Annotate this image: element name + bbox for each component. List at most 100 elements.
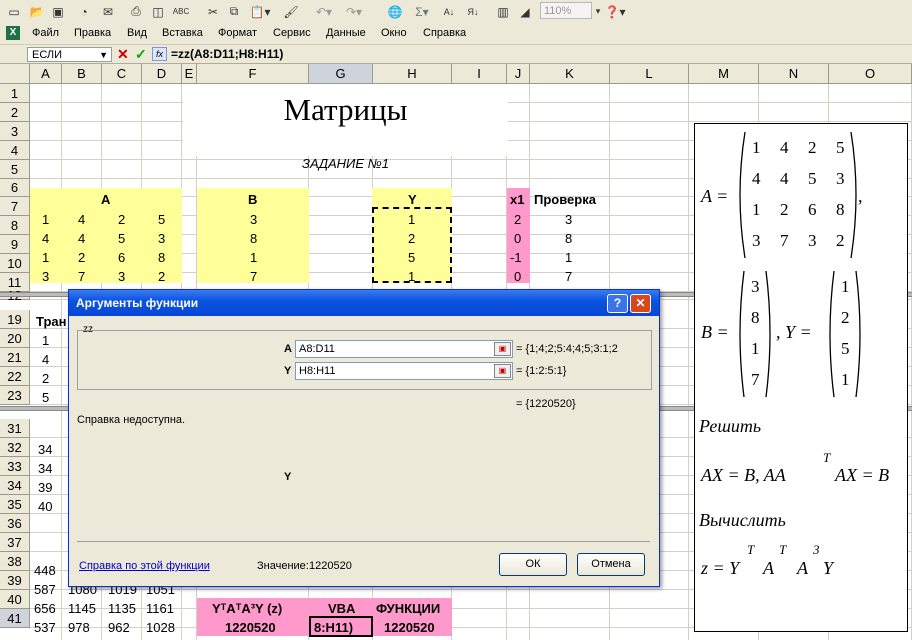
cut-icon[interactable]: ✂ <box>205 3 221 20</box>
excel-doc-icon[interactable]: X <box>6 26 20 40</box>
row-header-1[interactable]: 1 <box>0 84 30 103</box>
row-header-22[interactable]: 22 <box>0 367 30 386</box>
permission-icon[interactable]: ◔ <box>74 3 94 20</box>
row-header-8[interactable]: 8 <box>0 216 30 235</box>
autosum-icon[interactable]: Σ▾ <box>410 3 434 20</box>
column-header-i[interactable]: I <box>452 64 507 84</box>
collapse-dialog-icon[interactable]: ▣ <box>494 342 511 356</box>
dialog-titlebar[interactable]: Аргументы функции ? ✕ <box>69 290 659 316</box>
row-header-39[interactable]: 39 <box>0 571 30 590</box>
arg2-result: = {1:2:5:1} <box>516 365 567 377</box>
row-header-2[interactable]: 2 <box>0 103 30 122</box>
help-title-button[interactable]: ? <box>607 294 628 313</box>
sort-ascending-icon[interactable]: A↓ <box>440 3 458 20</box>
column-header-l[interactable]: L <box>610 64 689 84</box>
result-label-func: ФУНКЦИИ <box>376 601 441 616</box>
column-header-m[interactable]: M <box>689 64 759 84</box>
row-header-23[interactable]: 23 <box>0 386 30 405</box>
undo-icon[interactable]: ↶▾ <box>312 3 336 20</box>
panel-matrix-a-cell: 4 <box>780 169 789 188</box>
row-header-19[interactable]: 19 <box>0 310 30 329</box>
menu-view[interactable]: Вид <box>127 27 147 39</box>
menu-insert[interactable]: Вставка <box>162 27 203 39</box>
redo-icon[interactable]: ↷▾ <box>342 3 366 20</box>
print-icon[interactable]: ⎙ <box>128 3 144 20</box>
cancel-icon[interactable]: ✕ <box>117 46 129 63</box>
row-header-41[interactable]: 41 <box>0 609 30 628</box>
chart-wizard-icon[interactable]: ▥ <box>494 3 512 20</box>
close-icon[interactable]: ✕ <box>630 294 651 313</box>
equation-panel: A = 1425445312683732 , B = 3817 , Y = 12… <box>694 123 908 632</box>
row-header-32[interactable]: 32 <box>0 438 30 457</box>
result-value-vba[interactable]: 8:H11) <box>314 618 353 637</box>
paste-icon[interactable]: 📋▾ <box>248 3 272 20</box>
column-header-a[interactable]: A <box>30 64 62 84</box>
menu-tools[interactable]: Сервис <box>273 27 311 39</box>
column-header-j[interactable]: J <box>507 64 530 84</box>
row-header-3[interactable]: 3 <box>0 122 30 141</box>
zoom-dropdown-icon[interactable]: ▾ <box>594 3 602 20</box>
copy-icon[interactable]: ⧉ <box>226 3 242 20</box>
menu-data[interactable]: Данные <box>326 27 366 39</box>
help-icon[interactable]: ❓▾ <box>604 3 626 20</box>
menu-edit[interactable]: Правка <box>74 27 111 39</box>
column-header-d[interactable]: D <box>142 64 182 84</box>
arg2-input[interactable]: H8:H11 <box>295 362 513 380</box>
column-header-h[interactable]: H <box>373 64 452 84</box>
column-header-b[interactable]: B <box>62 64 102 84</box>
column-header-f[interactable]: F <box>197 64 309 84</box>
menu-file[interactable]: Файл <box>32 27 59 39</box>
open-icon[interactable]: 📂 <box>28 3 46 20</box>
new-icon[interactable]: ▭ <box>6 3 22 20</box>
sort-descending-icon[interactable]: Я↓ <box>464 3 482 20</box>
panel-z-t1: T <box>747 542 755 557</box>
name-box[interactable]: ЕСЛИ ▼ <box>27 47 112 62</box>
column-header-c[interactable]: C <box>102 64 142 84</box>
column-header-n[interactable]: N <box>759 64 829 84</box>
row-header-4[interactable]: 4 <box>0 141 30 160</box>
enter-icon[interactable]: ✓ <box>135 46 147 63</box>
cancel-button[interactable]: Отмена <box>577 553 645 576</box>
menu-format[interactable]: Формат <box>218 27 257 39</box>
row-header-36[interactable]: 36 <box>0 514 30 533</box>
row-header-34[interactable]: 34 <box>0 476 30 495</box>
hyperlink-icon[interactable]: 🌐 <box>386 3 404 20</box>
row-header-40[interactable]: 40 <box>0 590 30 609</box>
column-header-k[interactable]: K <box>530 64 610 84</box>
column-header-o[interactable]: O <box>829 64 912 84</box>
result-value-func: 1220520 <box>384 620 435 635</box>
row-header-31[interactable]: 31 <box>0 419 30 438</box>
save-icon[interactable]: ▣ <box>50 3 66 20</box>
row-header-38[interactable]: 38 <box>0 552 30 571</box>
row-header-9[interactable]: 9 <box>0 235 30 254</box>
zoom-select[interactable]: 110% <box>540 2 592 19</box>
row-header-33[interactable]: 33 <box>0 457 30 476</box>
row-header-5[interactable]: 5 <box>0 160 30 179</box>
drawing-icon[interactable]: ◢ <box>516 3 534 20</box>
ok-button[interactable]: ОК <box>499 553 567 576</box>
column-header-g[interactable]: G <box>309 64 373 84</box>
row-header-10[interactable]: 10 <box>0 254 30 273</box>
select-all-corner[interactable] <box>0 64 30 84</box>
menu-help[interactable]: Справка <box>423 27 466 39</box>
panel-vector-y-cell: 5 <box>841 339 850 358</box>
column-header-e[interactable]: E <box>182 64 197 84</box>
arg1-input[interactable]: A8:D11 <box>295 340 513 358</box>
formula-input[interactable]: =zz(A8:D11;H8:H11) <box>171 47 283 61</box>
row-header-20[interactable]: 20 <box>0 329 30 348</box>
row-header-21[interactable]: 21 <box>0 348 30 367</box>
help-link[interactable]: Справка по этой функции <box>79 560 210 572</box>
email-icon[interactable]: ✉ <box>100 3 116 20</box>
row-header-7[interactable]: 7 <box>0 197 30 216</box>
name-box-dropdown-icon[interactable]: ▼ <box>99 48 108 62</box>
menu-window[interactable]: Окно <box>381 27 407 39</box>
insert-function-button[interactable]: fx <box>152 47 167 61</box>
panel-matrix-a-cell: 1 <box>752 138 761 157</box>
row-header-37[interactable]: 37 <box>0 533 30 552</box>
collapse-dialog-icon[interactable]: ▣ <box>494 364 511 378</box>
row-header-6[interactable]: 6 <box>0 179 30 197</box>
spelling-icon[interactable]: ABC <box>172 3 190 20</box>
row-header-35[interactable]: 35 <box>0 495 30 514</box>
print-preview-icon[interactable]: ◫ <box>150 3 166 20</box>
format-painter-icon[interactable]: 🖌 <box>282 3 300 20</box>
